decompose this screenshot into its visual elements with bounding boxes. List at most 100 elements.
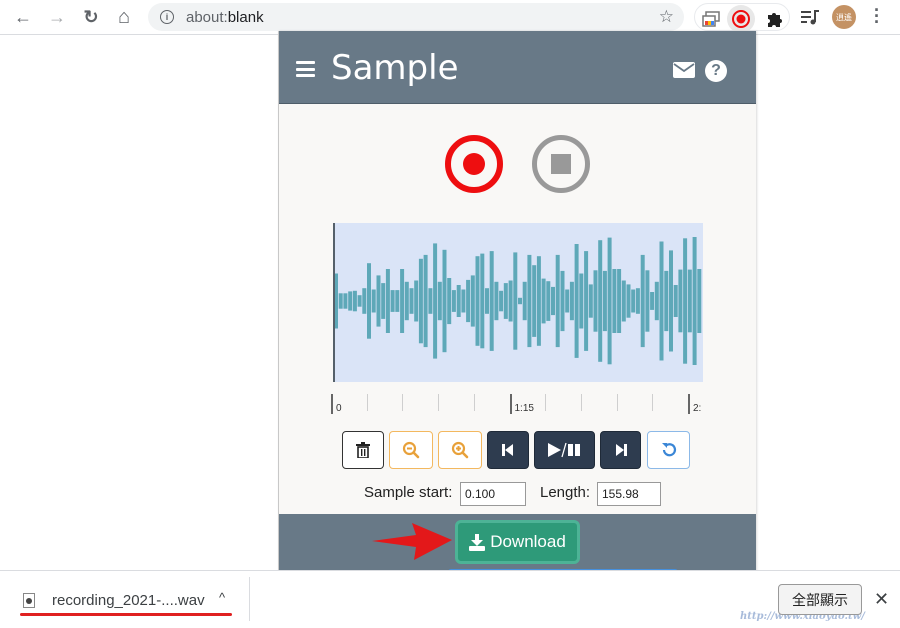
waveform-bar: [513, 252, 518, 350]
url-text[interactable]: about:blank: [186, 9, 264, 26]
waveform-bar: [338, 293, 343, 309]
waveform-bar: [532, 265, 537, 337]
waveform-bar: [626, 284, 631, 318]
waveform-bar: [602, 270, 607, 332]
waveform-bar: [650, 292, 655, 310]
info-icon[interactable]: i: [160, 10, 174, 24]
sample-recorder-extension-icon[interactable]: [727, 5, 755, 33]
address-bar[interactable]: i about:blank ☆: [148, 3, 684, 31]
red-arrow-annotation: [372, 523, 452, 560]
waveform-svg: [334, 237, 702, 365]
waveform-bar: [508, 280, 513, 322]
waveform-bar: [442, 249, 447, 353]
zoom-in-icon: [451, 441, 469, 459]
cast-extension-icon[interactable]: [700, 8, 722, 30]
play-pause-icon: [547, 442, 580, 458]
waveform-bar: [654, 281, 659, 321]
waveform-bar: [367, 263, 371, 339]
delete-button[interactable]: [342, 431, 384, 469]
zoom-out-button[interactable]: [389, 431, 433, 469]
waveform-bar: [687, 269, 692, 333]
extensions-group: [694, 3, 790, 33]
play-pause-button[interactable]: [534, 431, 595, 469]
waveform-bar: [475, 256, 480, 346]
downloaded-file-item[interactable]: recording_2021-....wav ^: [14, 583, 246, 617]
waveform-bar: [640, 254, 645, 348]
waveform-bar: [451, 290, 456, 312]
reload-icon: ↻: [83, 6, 99, 27]
waveform-bar: [631, 289, 636, 313]
profile-avatar[interactable]: 逍遙: [832, 5, 856, 29]
waveform-bar: [437, 281, 442, 321]
record-button[interactable]: [445, 135, 503, 193]
forward-button[interactable]: →: [44, 5, 70, 29]
skip-to-start-button[interactable]: [487, 431, 529, 469]
waveform-bar: [560, 270, 565, 332]
show-all-button[interactable]: 全部顯示: [778, 584, 862, 615]
shelf-divider: [249, 577, 250, 621]
waveform-bar: [466, 279, 471, 323]
waveform-bar: [683, 238, 688, 364]
timeline-minor-tick: [438, 394, 440, 411]
menu-icon[interactable]: [296, 61, 315, 77]
waveform-bar: [612, 269, 617, 333]
media-control-icon[interactable]: [799, 6, 821, 28]
sample-extension-popup: Sample ? 0 1:15 2: Sample start: 0.100 L…: [278, 31, 756, 628]
timeline-ruler[interactable]: 0 1:15 2:: [331, 392, 711, 417]
waveform-bar: [480, 253, 485, 349]
waveform-bar: [371, 289, 376, 313]
waveform-bar: [697, 269, 702, 333]
waveform-bar: [362, 288, 367, 314]
waveform-bar: [485, 288, 489, 314]
timeline-label: 0: [336, 403, 342, 414]
waveform-bar: [428, 288, 433, 314]
waveform-bar: [555, 254, 560, 348]
audio-file-icon: [23, 592, 35, 608]
waveform-bar: [593, 270, 598, 332]
home-button[interactable]: ⌂: [111, 5, 137, 29]
skip-to-end-button[interactable]: [600, 431, 641, 469]
skip-end-icon: [615, 444, 627, 456]
arrow-right-icon: →: [48, 6, 66, 27]
help-icon[interactable]: ?: [705, 60, 727, 82]
length-input[interactable]: [597, 482, 661, 506]
chevron-up-icon[interactable]: ^: [219, 590, 225, 605]
length-label: Length:: [540, 484, 591, 501]
waveform-bar: [385, 269, 390, 333]
timeline-minor-tick: [402, 394, 404, 411]
stop-button[interactable]: [532, 135, 590, 193]
waveform-bar: [574, 244, 579, 358]
arrow-left-icon: ←: [14, 6, 32, 27]
bookmark-star-icon[interactable]: ☆: [659, 7, 674, 27]
mail-icon[interactable]: [673, 62, 695, 78]
more-menu-icon[interactable]: · · ·: [870, 1, 884, 31]
close-shelf-icon[interactable]: ✕: [874, 589, 889, 610]
waveform-display[interactable]: [333, 223, 703, 382]
reset-button[interactable]: [647, 431, 690, 469]
waveform-bar: [433, 243, 438, 359]
red-underline-annotation: [20, 613, 232, 616]
timeline-label: 1:15: [514, 403, 534, 414]
zoom-out-icon: [402, 441, 420, 459]
download-button[interactable]: Download: [455, 520, 580, 564]
waveform-bar: [414, 280, 419, 322]
timeline-major-tick: [688, 394, 690, 414]
puzzle-extensions-icon[interactable]: [763, 8, 785, 30]
waveform-bar: [503, 283, 508, 319]
waveform-bar: [617, 269, 622, 333]
app-title: Sample: [331, 48, 459, 88]
waveform-bar: [418, 258, 423, 344]
waveform-bar: [522, 281, 527, 321]
waveform-bar: [692, 237, 697, 365]
playhead-cursor[interactable]: [333, 223, 335, 382]
waveform-bar: [546, 281, 551, 321]
reload-button[interactable]: ↻: [78, 5, 104, 29]
waveform-bar: [447, 278, 452, 325]
back-button[interactable]: ←: [10, 5, 36, 29]
sample-start-input[interactable]: [460, 482, 526, 506]
waveform-bar: [461, 289, 466, 313]
waveform-bar: [527, 254, 532, 348]
zoom-in-button[interactable]: [438, 431, 482, 469]
waveform-bar: [494, 281, 499, 321]
waveform-bar: [381, 283, 386, 319]
